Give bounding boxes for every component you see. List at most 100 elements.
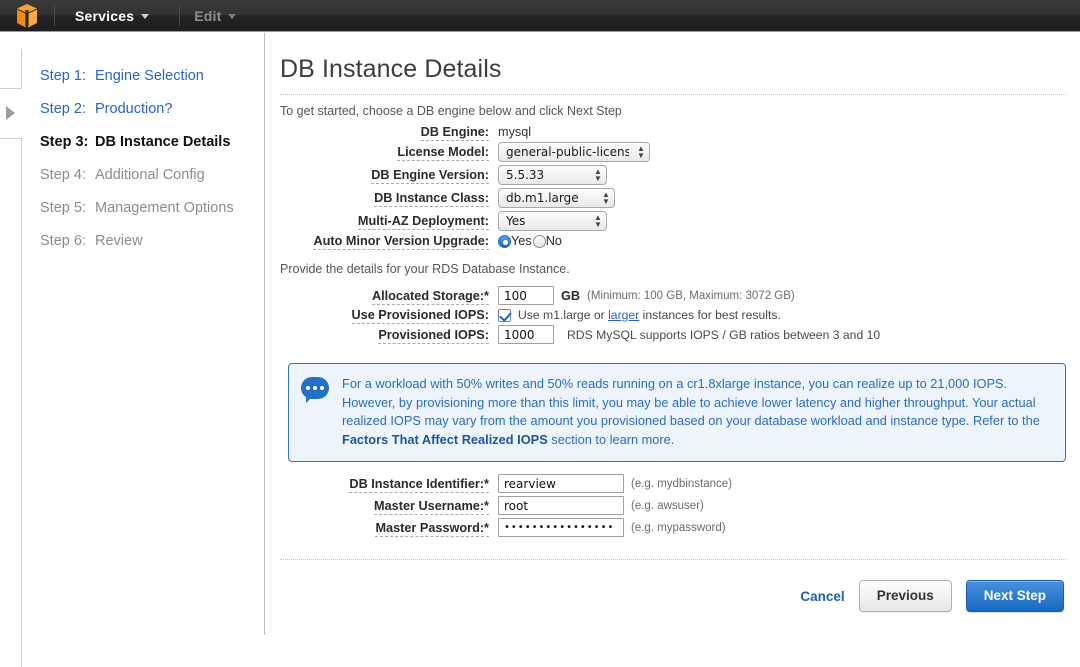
form-row-db-instance-identifier: DB Instance Identifier:* (e.g. mydbinsta…: [280, 474, 1080, 494]
multi-az-select[interactable]: Yes: [498, 211, 607, 231]
wizard-footer: Cancel Previous Next Step: [266, 560, 1080, 612]
credentials-form: DB Instance Identifier:* (e.g. mydbinsta…: [266, 474, 1080, 538]
master-username-input[interactable]: [498, 496, 624, 516]
rds-launch-wizard-page: Services Edit Step 1: Engine Selection S…: [0, 0, 1080, 667]
auto-minor-upgrade-label: Auto Minor Version Upgrade:: [313, 234, 489, 250]
db-engine-version-select[interactable]: 5.5.33: [498, 165, 607, 185]
hint-text-before: Use m1.large or: [518, 308, 609, 322]
sidebar-step-2[interactable]: Step 2: Production?: [40, 93, 264, 126]
sidebar-step-1[interactable]: Step 1: Engine Selection: [40, 60, 264, 93]
aws-cube-icon[interactable]: [16, 3, 38, 29]
use-provisioned-iops-label: Use Provisioned IOPS:: [351, 308, 489, 324]
nav-edit-label: Edit: [194, 7, 222, 24]
step-number: Step 2:: [40, 101, 86, 117]
hint-text-after: instances for best results.: [639, 308, 781, 322]
larger-instances-link[interactable]: larger: [608, 308, 639, 322]
provisioned-iops-input[interactable]: [498, 325, 554, 344]
sidebar-step-6[interactable]: Step 6: Review: [40, 225, 264, 258]
form-row-db-engine: DB Engine: mysql: [280, 125, 1080, 141]
db-instance-identifier-label: DB Instance Identifier:*: [349, 476, 489, 493]
step-label: Review: [95, 233, 143, 249]
db-engine-version-label: DB Engine Version:: [371, 168, 489, 184]
db-details-form: DB Engine: mysql License Model: general-…: [266, 125, 1080, 250]
cancel-button[interactable]: Cancel: [800, 589, 844, 604]
step-label: Engine Selection: [95, 68, 204, 84]
master-password-label: Master Password:*: [375, 520, 489, 537]
previous-button[interactable]: Previous: [858, 580, 952, 612]
form-row-allocated-storage: Allocated Storage:* GB (Minimum: 100 GB,…: [280, 286, 1080, 305]
provisioned-iops-label: Provisioned IOPS:: [378, 327, 489, 344]
allocated-storage-unit: GB: [561, 288, 581, 303]
intro-text: To get started, choose a DB engine below…: [280, 104, 622, 118]
page-title: DB Instance Details: [280, 55, 502, 83]
step-number: Step 6:: [40, 233, 86, 249]
use-provisioned-iops-checkbox[interactable]: [498, 308, 511, 322]
form-row-db-instance-class: DB Instance Class: db.m1.large ▲ ▼: [280, 188, 1080, 208]
license-model-select[interactable]: general-public-license: [498, 142, 650, 162]
db-instance-identifier-input[interactable]: [498, 474, 624, 494]
sidebar-step-3[interactable]: Step 3: DB Instance Details: [40, 126, 264, 159]
allocated-storage-input[interactable]: [498, 286, 554, 305]
master-password-input[interactable]: [498, 518, 624, 538]
db-instance-class-select[interactable]: db.m1.large: [498, 188, 615, 208]
step-label: Additional Config: [95, 167, 205, 183]
form-row-master-password: Master Password:* (e.g. mypassword): [280, 518, 1080, 538]
auto-minor-upgrade-radio-group: Yes No: [498, 234, 563, 248]
storage-form: Allocated Storage:* GB (Minimum: 100 GB,…: [266, 286, 1080, 344]
rail-line-top: [0, 88, 22, 89]
master-username-hint: (e.g. awsuser): [631, 499, 704, 512]
radio-no-label: No: [545, 234, 562, 248]
callout-link-text[interactable]: Factors That Affect Realized IOPS: [342, 432, 548, 447]
nav-services-label: Services: [75, 7, 135, 24]
license-model-select-wrapper: general-public-license ▲ ▼: [498, 142, 650, 162]
chevron-down-icon: [228, 14, 237, 19]
form-row-db-engine-version: DB Engine Version: 5.5.33 ▲ ▼: [280, 165, 1080, 185]
form-row-master-username: Master Username:* (e.g. awsuser): [280, 496, 1080, 516]
wizard-steps-sidebar: Step 1: Engine Selection Step 2: Product…: [22, 33, 265, 635]
sidebar-step-5[interactable]: Step 5: Management Options: [40, 192, 264, 225]
chevron-down-icon: [141, 14, 150, 19]
main-content: DB Instance Details To get started, choo…: [266, 33, 1080, 667]
nav-edit-menu[interactable]: Edit: [180, 0, 250, 32]
sidebar-step-4[interactable]: Step 4: Additional Config: [40, 159, 264, 192]
step-label: Management Options: [95, 200, 234, 216]
radio-yes-label: Yes: [511, 234, 532, 248]
db-engine-version-select-wrapper: 5.5.33 ▲ ▼: [498, 165, 607, 185]
license-model-label: License Model:: [397, 145, 489, 161]
sub-intro-text: Provide the details for your RDS Databas…: [280, 262, 570, 276]
triangle-right-icon[interactable]: [6, 106, 15, 120]
callout-text-part2: section to learn more.: [547, 431, 675, 447]
master-password-hint: (e.g. mypassword): [631, 521, 726, 534]
callout-text: For a workload with 50% writes and 50% r…: [342, 375, 1051, 449]
db-engine-label: DB Engine:: [420, 125, 489, 141]
allocated-storage-label: Allocated Storage:*: [371, 288, 489, 305]
db-engine-value: mysql: [498, 125, 532, 139]
db-instance-identifier-hint: (e.g. mydbinstance): [631, 477, 732, 490]
form-row-auto-minor-upgrade: Auto Minor Version Upgrade: Yes No: [280, 234, 1080, 250]
top-navigation-bar: Services Edit: [0, 0, 1080, 32]
step-number: Step 1:: [40, 68, 86, 84]
nav-divider-1: [54, 5, 55, 26]
radio-yes[interactable]: [498, 234, 511, 248]
multi-az-select-wrapper: Yes ▲ ▼: [498, 211, 607, 231]
nav-services-menu[interactable]: Services: [61, 0, 163, 32]
radio-no[interactable]: [532, 234, 546, 248]
use-provisioned-iops-hint: Use m1.large or larger instances for bes…: [518, 308, 781, 322]
form-row-license-model: License Model: general-public-license ▲ ▼: [280, 142, 1080, 162]
step-number: Step 5:: [40, 200, 86, 216]
db-instance-class-select-wrapper: db.m1.large ▲ ▼: [498, 188, 615, 208]
iops-info-callout: For a workload with 50% writes and 50% r…: [288, 363, 1066, 463]
form-row-use-provisioned-iops: Use Provisioned IOPS: Use m1.large or la…: [280, 308, 1080, 324]
master-username-label: Master Username:*: [374, 498, 489, 515]
speech-bubble-icon: [301, 377, 331, 403]
callout-text-part1: For a workload with 50% writes and 50% r…: [342, 376, 1040, 429]
step-number: Step 3:: [40, 134, 89, 150]
provisioned-iops-hint: RDS MySQL supports IOPS / GB ratios betw…: [567, 327, 881, 342]
left-collapse-rail[interactable]: [0, 33, 22, 667]
next-step-button[interactable]: Next Step: [965, 580, 1064, 612]
step-number: Step 4:: [40, 167, 86, 183]
form-row-multi-az: Multi-AZ Deployment: Yes ▲ ▼: [280, 211, 1080, 231]
step-label: DB Instance Details: [95, 134, 231, 150]
step-label: Production?: [95, 101, 173, 117]
rail-line-bottom: [0, 138, 22, 139]
